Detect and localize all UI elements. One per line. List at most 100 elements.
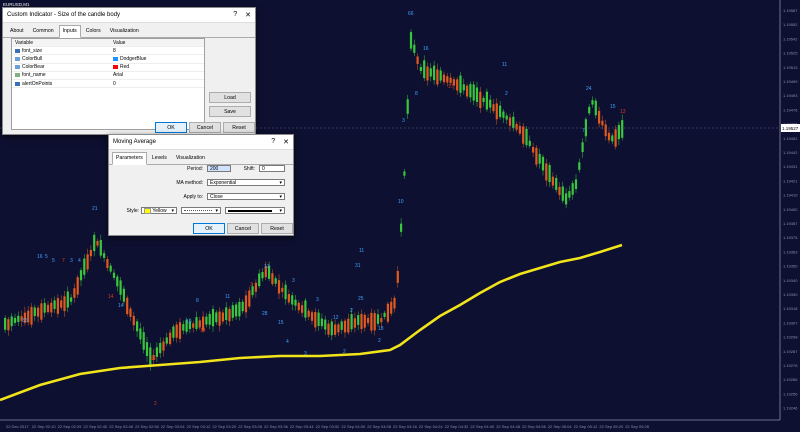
- dialog-titlebar[interactable]: Moving Average ? ✕: [109, 135, 293, 150]
- line-width-select[interactable]: ▾: [225, 207, 285, 214]
- tab-parameters[interactable]: Parameters: [112, 152, 147, 165]
- price-tick-label: 1.19350: [783, 264, 798, 269]
- time-tick-label: 22 Sep 02:56: [135, 424, 160, 429]
- time-tick-label: 22 Dec 2017: [6, 424, 29, 429]
- candle-size-label: 7: [582, 128, 585, 134]
- input-row-colorbear[interactable]: ColorBear Red: [12, 64, 204, 72]
- price-tick-label: 1.19307: [783, 320, 798, 325]
- tab-visualization[interactable]: Visualization: [106, 25, 143, 37]
- candle-size-label: 15: [610, 104, 616, 110]
- time-tick-label: 22 Sep 04:16: [393, 424, 418, 429]
- grid-header: Variable Value: [12, 39, 204, 48]
- candle-size-label: 14: [118, 303, 124, 309]
- candle-size-label: 28: [262, 311, 268, 317]
- candle-size-label: 2: [350, 308, 353, 314]
- shift-input[interactable]: 0: [259, 165, 285, 172]
- color-icon: [15, 65, 20, 70]
- time-tick-label: 22 Sep 05:28: [625, 424, 650, 429]
- time-tick-label: 22 Sep 05:12: [574, 424, 599, 429]
- help-icon[interactable]: ?: [271, 138, 275, 146]
- time-tick-label: 22 Sep 03:36: [264, 424, 289, 429]
- time-tick-label: 22 Sep 03:12: [187, 424, 212, 429]
- close-icon[interactable]: ✕: [245, 11, 251, 19]
- candle-size-label: 16: [423, 46, 429, 52]
- apply-to-select[interactable]: Close ▾: [207, 193, 285, 200]
- cancel-button[interactable]: Cancel: [189, 122, 221, 133]
- period-label: Period:: [187, 166, 203, 172]
- candle-size-label: 3: [292, 278, 295, 284]
- price-tick-label: 1.19276: [783, 363, 798, 368]
- int-icon: [15, 81, 20, 86]
- ma-method-label: MA method:: [176, 180, 203, 186]
- chevron-down-icon: ▾: [279, 193, 282, 200]
- time-tick-label: 22 Sep 03:28: [238, 424, 263, 429]
- price-tick-label: 1.19587: [783, 8, 798, 13]
- time-tick-label: 22 Sep 03:04: [161, 424, 186, 429]
- time-tick-label: 22 Sep 03:20: [212, 424, 237, 429]
- candle-size-label: 66: [408, 11, 414, 17]
- tab-visualization[interactable]: Visualization: [172, 152, 209, 164]
- input-row-colorbull[interactable]: ColorBull DodgerBlue: [12, 55, 204, 64]
- price-tick-label: 1.19246: [783, 406, 798, 411]
- price-tick-label: 1.19421: [783, 178, 798, 183]
- tab-colors[interactable]: Colors: [82, 25, 105, 37]
- column-value: Value: [113, 39, 126, 46]
- price-tick-label: 1.19525: [783, 51, 798, 56]
- price-tick-label: 1.19431: [783, 164, 798, 169]
- column-variable: Variable: [15, 39, 33, 46]
- tab-common[interactable]: Common: [29, 25, 58, 37]
- reset-button[interactable]: Reset: [261, 223, 293, 234]
- candle-size-label: 11: [502, 62, 507, 68]
- candle-size-label: 18: [378, 326, 384, 332]
- candle-size-label: 8: [415, 91, 418, 97]
- candle-size-label: 17: [448, 84, 454, 90]
- moving-average-dialog: Moving Average ? ✕ Parameters Levels Vis…: [108, 134, 294, 236]
- close-icon[interactable]: ✕: [283, 138, 289, 146]
- candle-size-label: 13: [620, 109, 626, 115]
- tab-about[interactable]: About: [6, 25, 28, 37]
- shift-label: Shift:: [243, 166, 255, 172]
- input-row-alertonpoints[interactable]: alertOnPoints 0: [12, 80, 204, 89]
- candle-size-label: 3: [250, 282, 253, 288]
- tab-levels[interactable]: Levels: [148, 152, 171, 164]
- price-tick-label: 1.19298: [783, 335, 798, 340]
- current-price-label: 1.19527: [782, 126, 799, 131]
- price-tick-label: 1.19442: [783, 150, 798, 155]
- yellow-swatch: [144, 207, 151, 214]
- dialog-titlebar[interactable]: Custom Indicator - Size of the candle bo…: [3, 8, 255, 23]
- candle-size-label: 11: [359, 248, 364, 254]
- candle-size-label: 21: [92, 206, 98, 212]
- cancel-button[interactable]: Cancel: [227, 223, 259, 234]
- ma-method-select[interactable]: Exponential ▾: [207, 179, 285, 186]
- period-input[interactable]: 200: [207, 165, 231, 172]
- candle-size-label: 10: [398, 199, 404, 205]
- time-tick-label: 22 Sep 05:04: [548, 424, 573, 429]
- ok-button[interactable]: OK: [193, 223, 225, 234]
- price-axis: 1.19587 1.19552 1.19542 1.19525 1.19513 1.194…: [783, 8, 798, 411]
- indicator-tabs: About Common Inputs Colors Visualization: [3, 23, 255, 38]
- style-label: Style:: [126, 208, 139, 214]
- input-row-font-size[interactable]: font_size 8: [12, 47, 204, 56]
- candle-size-label: 8: [196, 298, 199, 304]
- int-icon: [15, 48, 20, 53]
- time-tick-label: 22 Sep 02:29: [58, 424, 83, 429]
- dialog-title: Custom Indicator - Size of the candle bo…: [7, 12, 121, 18]
- input-row-font-name[interactable]: font_name Arial: [12, 72, 204, 80]
- style-color-select[interactable]: Yellow ▾: [141, 207, 177, 214]
- save-button[interactable]: Save: [209, 106, 251, 117]
- reset-button[interactable]: Reset: [223, 122, 255, 133]
- line-style-select[interactable]: ▾: [181, 207, 221, 214]
- candle-size-label: 3: [316, 297, 319, 303]
- help-icon[interactable]: ?: [233, 11, 237, 19]
- dialog-title: Moving Average: [113, 139, 156, 145]
- ok-button[interactable]: OK: [155, 122, 187, 133]
- price-tick-label: 1.19476: [783, 107, 798, 112]
- load-button[interactable]: Load: [209, 92, 251, 103]
- time-tick-label: 22 Sep 05:20: [599, 424, 624, 429]
- tab-inputs[interactable]: Inputs: [58, 25, 81, 38]
- price-tick-label: 1.19375: [783, 235, 798, 240]
- price-tick-label: 1.19340: [783, 278, 798, 283]
- price-tick-label: 1.19256: [783, 391, 798, 396]
- candle-size-label: 16: [150, 356, 156, 362]
- price-tick-label: 1.19266: [783, 377, 798, 382]
